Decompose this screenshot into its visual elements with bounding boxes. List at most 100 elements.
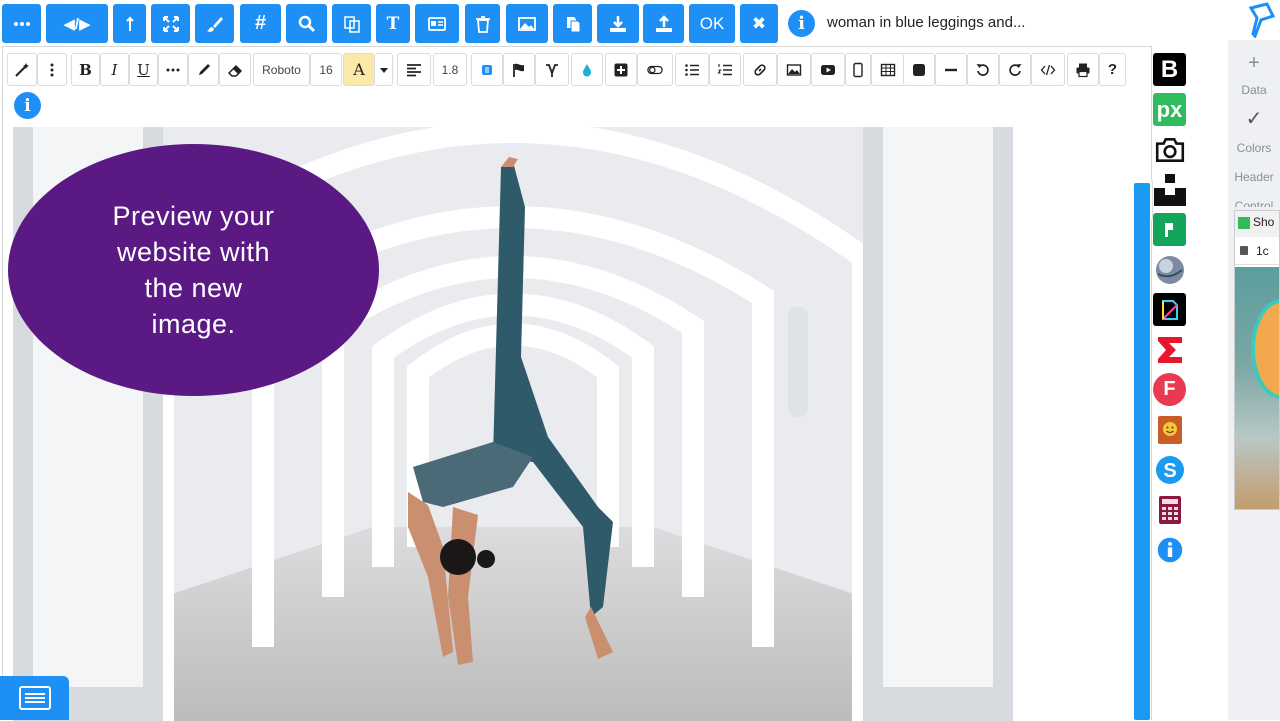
hash-button[interactable]: # [240, 4, 281, 43]
font-family-select[interactable]: Roboto [253, 53, 310, 86]
redo-icon [1009, 63, 1022, 76]
hash-icon: # [254, 12, 267, 34]
check-icon[interactable]: ✓ [1228, 106, 1280, 131]
bullet-list-icon [685, 63, 699, 76]
trash-icon [475, 15, 490, 33]
document-icon [1164, 222, 1173, 237]
pencil-button[interactable] [188, 53, 219, 86]
copy-button[interactable] [553, 4, 592, 43]
vertical-dots-icon [50, 63, 54, 76]
magic-wand-icon [15, 62, 29, 77]
add-block-button[interactable] [605, 53, 637, 86]
more-format-button[interactable] [158, 53, 188, 86]
code-toggle-button[interactable]: ◀/▶ [46, 4, 108, 43]
mini-window-url: 1c [1256, 244, 1269, 258]
frame-icon [1161, 299, 1178, 320]
more-button[interactable] [2, 4, 41, 43]
mini-window-tab-title: Sho [1253, 215, 1275, 229]
translate-button[interactable] [332, 4, 371, 43]
upload-button[interactable] [643, 4, 684, 43]
close-button[interactable]: ✖ [740, 4, 778, 43]
help-button[interactable]: ? [1099, 53, 1126, 86]
undo-button[interactable] [967, 53, 999, 86]
print-icon [1076, 63, 1090, 77]
pencil-icon [198, 63, 210, 75]
skype-plugin[interactable]: S [1153, 453, 1186, 486]
search-button[interactable] [286, 4, 327, 43]
format-toolbar: B I U Roboto 16 A 1.8 ? [3, 53, 1133, 87]
caret-down-icon [379, 67, 388, 73]
flag-button[interactable] [503, 53, 535, 86]
style-button[interactable] [471, 53, 503, 86]
list-panel-icon [18, 686, 51, 710]
lock-icon [1240, 246, 1248, 255]
pen-tool-button[interactable] [535, 53, 569, 86]
unsplash-plugin[interactable] [1153, 173, 1186, 206]
info-icon[interactable]: i [788, 10, 815, 37]
ok-button[interactable]: OK [689, 4, 735, 43]
link-button[interactable] [743, 53, 777, 86]
brush-button[interactable] [195, 4, 234, 43]
sigma-plugin[interactable] [1153, 333, 1186, 366]
scrollbar-thumb[interactable] [1134, 183, 1150, 720]
f-plugin[interactable]: F [1153, 373, 1186, 406]
numbered-list-button[interactable] [709, 53, 741, 86]
droplet-icon [583, 63, 591, 76]
toggle-button[interactable] [637, 53, 673, 86]
callout-bubble[interactable]: Preview your website with the new image. [8, 144, 379, 396]
magic-wand-button[interactable] [7, 53, 37, 86]
document-plugin[interactable] [1153, 213, 1186, 246]
horizontal-rule-button[interactable] [935, 53, 967, 86]
text-button[interactable]: T [376, 4, 410, 43]
anchor-button[interactable] [113, 4, 146, 43]
table-button[interactable] [871, 53, 905, 86]
code-icon [1040, 64, 1056, 75]
header-label[interactable]: Header [1228, 170, 1280, 184]
align-button[interactable] [397, 53, 431, 86]
insert-image-button[interactable] [777, 53, 811, 86]
image-button[interactable] [506, 4, 548, 43]
card-button[interactable] [415, 4, 459, 43]
sphere-plugin[interactable] [1153, 253, 1186, 286]
editor-info-icon[interactable]: i [14, 92, 41, 119]
data-label[interactable]: Data [1228, 83, 1280, 97]
trash-button[interactable] [465, 4, 500, 43]
italic-button[interactable]: I [100, 53, 129, 86]
add-icon[interactable]: + [1228, 52, 1280, 75]
panel-toggle-button[interactable] [0, 676, 69, 720]
control-label[interactable]: Control [1228, 199, 1280, 207]
calculator-plugin[interactable] [1153, 493, 1186, 526]
underline-button[interactable]: U [129, 53, 158, 86]
font-color-dropdown[interactable] [375, 53, 393, 86]
text-icon: T [386, 13, 400, 34]
fullscreen-button[interactable] [151, 4, 190, 43]
eraser-button[interactable] [219, 53, 251, 86]
block-button[interactable] [903, 53, 935, 86]
pin-icon[interactable] [1245, 2, 1279, 39]
camera-plugin[interactable] [1153, 133, 1186, 166]
bold-b-plugin[interactable]: B [1153, 53, 1186, 86]
mobile-view-button[interactable] [845, 53, 871, 86]
redo-button[interactable] [999, 53, 1031, 86]
mini-browser-window[interactable]: Sho 1c [1234, 210, 1280, 510]
vertical-more-button[interactable] [37, 53, 67, 86]
video-icon [821, 64, 835, 75]
colors-label[interactable]: Colors [1228, 141, 1280, 155]
plugin-info-button[interactable] [1153, 533, 1186, 566]
font-color-button[interactable]: A [343, 53, 375, 86]
color-drop-button[interactable] [571, 53, 603, 86]
bold-button[interactable]: B [71, 53, 100, 86]
minus-icon [945, 68, 957, 71]
code-view-button[interactable] [1031, 53, 1065, 86]
bullet-list-button[interactable] [675, 53, 709, 86]
insert-video-button[interactable] [811, 53, 845, 86]
font-size-select[interactable]: 16 [310, 53, 342, 86]
line-height-select[interactable]: 1.8 [433, 53, 467, 86]
pixabay-plugin[interactable]: px [1153, 93, 1186, 126]
frame-plugin[interactable] [1153, 293, 1186, 326]
search-icon [298, 15, 315, 32]
download-button[interactable] [597, 4, 639, 43]
print-button[interactable] [1067, 53, 1099, 86]
emoji-book-plugin[interactable] [1153, 413, 1186, 446]
copy-icon [566, 16, 580, 32]
